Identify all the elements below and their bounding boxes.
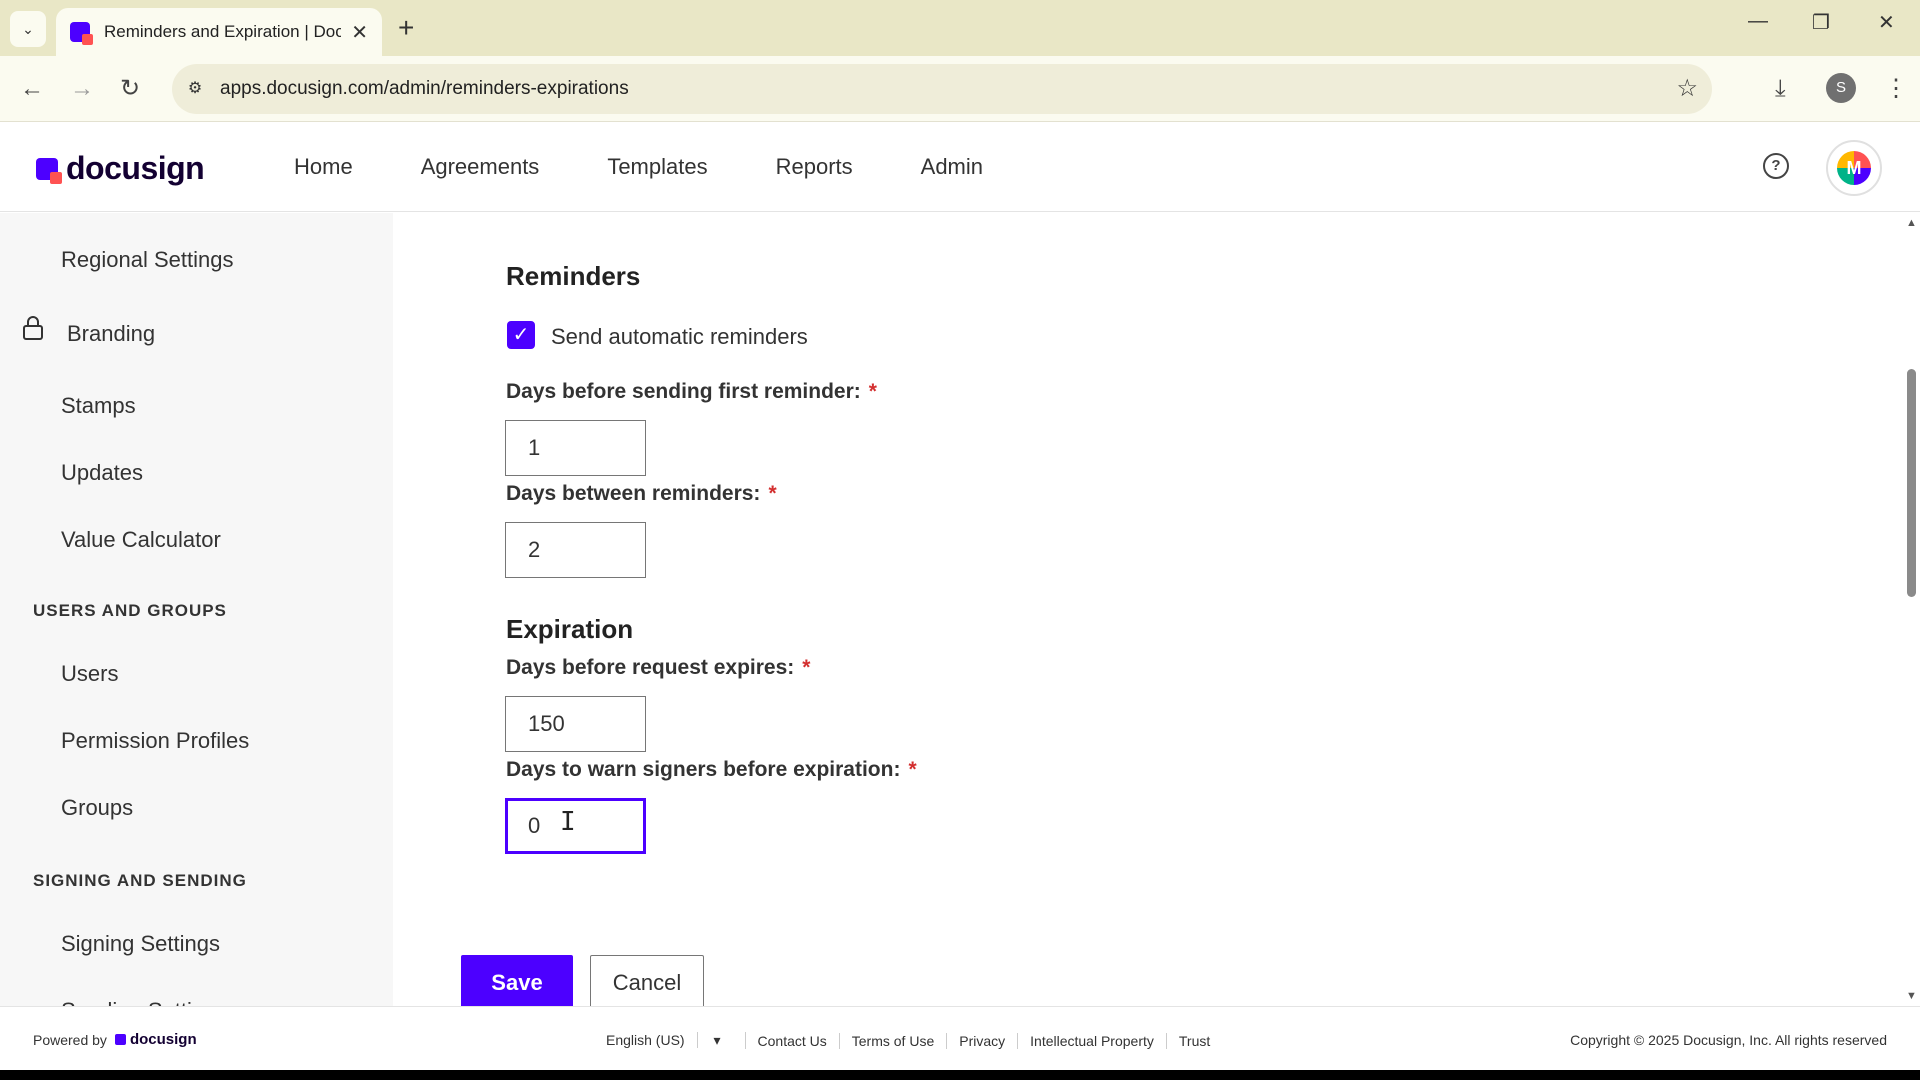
- bookmark-star-icon[interactable]: ☆: [1676, 74, 1698, 103]
- copyright-text: Copyright © 2025 Docusign, Inc. All righ…: [1570, 1032, 1887, 1048]
- content-scrollbar[interactable]: ▲ ▼: [1903, 213, 1920, 1006]
- scroll-up-icon[interactable]: ▲: [1906, 217, 1917, 229]
- address-bar[interactable]: ⚙ apps.docusign.com/admin/reminders-expi…: [172, 64, 1712, 114]
- main-content: Reminders ✓ Send automatic reminders Day…: [393, 213, 1903, 1006]
- language-label: English (US): [594, 1032, 698, 1048]
- back-icon[interactable]: ←: [20, 74, 44, 104]
- request-expires-input[interactable]: 150: [505, 696, 646, 752]
- nav-templates[interactable]: Templates: [607, 154, 707, 180]
- warn-signers-label-text: Days to warn signers before expiration:: [506, 758, 901, 781]
- browser-tab[interactable]: Reminders and Expiration | Doc ✕: [56, 8, 382, 56]
- screen-bottom-edge: [0, 1070, 1920, 1080]
- send-automatic-reminders-checkbox[interactable]: ✓: [507, 321, 535, 349]
- browser-menu-icon[interactable]: ⋮: [1884, 74, 1908, 104]
- sidebar-item-sending-settings[interactable]: Sending Settings: [61, 998, 227, 1006]
- sidebar-header-users-groups: USERS AND GROUPS: [33, 601, 227, 620]
- window-close-icon[interactable]: ✕: [1878, 10, 1895, 35]
- logo-text: docusign: [66, 150, 205, 186]
- forward-icon[interactable]: →: [70, 74, 94, 104]
- request-expires-label: Days before request expires: *: [506, 656, 810, 680]
- between-reminders-label: Days between reminders: *: [506, 482, 777, 506]
- first-reminder-input[interactable]: 1: [505, 420, 646, 476]
- site-info-icon[interactable]: ⚙: [182, 76, 208, 102]
- docusign-logo-icon: [36, 157, 62, 184]
- browser-tab-bar: ⌄ Reminders and Expiration | Doc ✕ + — ❐…: [0, 0, 1920, 56]
- between-reminders-input[interactable]: 2: [505, 522, 646, 578]
- nav-reports[interactable]: Reports: [776, 154, 853, 180]
- nav-agreements[interactable]: Agreements: [421, 154, 540, 180]
- avatar-initial: M: [1837, 151, 1871, 185]
- app-header: docusign Home Agreements Templates Repor…: [0, 122, 1920, 212]
- required-mark: *: [908, 758, 917, 781]
- reminders-heading: Reminders: [506, 261, 641, 291]
- scrollbar-thumb[interactable]: [1907, 369, 1916, 597]
- required-mark: *: [868, 380, 877, 403]
- footer-link-terms[interactable]: Terms of Use: [840, 1032, 948, 1049]
- required-mark: *: [802, 656, 811, 679]
- reload-icon[interactable]: ↻: [120, 74, 140, 104]
- tab-title: Reminders and Expiration | Doc: [104, 22, 342, 41]
- download-icon[interactable]: ⤓: [1775, 74, 1786, 104]
- lock-icon: [23, 316, 43, 340]
- minimize-icon[interactable]: —: [1748, 10, 1768, 33]
- chevron-down-icon: ▾: [713, 1032, 721, 1048]
- first-reminder-label-text: Days before sending first reminder:: [506, 380, 861, 403]
- sidebar-item-updates[interactable]: Updates: [61, 460, 143, 486]
- sidebar-item-signing-settings[interactable]: Signing Settings: [61, 931, 220, 957]
- save-button[interactable]: Save: [461, 955, 573, 1006]
- close-tab-icon[interactable]: ✕: [351, 20, 368, 45]
- footer-links: English (US) ▾ Contact Us Terms of Use P…: [582, 1032, 1222, 1049]
- tab-search-button[interactable]: ⌄: [10, 11, 46, 47]
- sidebar-item-value-calculator[interactable]: Value Calculator: [61, 527, 221, 553]
- cancel-button[interactable]: Cancel: [590, 955, 704, 1006]
- footer-link-ip[interactable]: Intellectual Property: [1018, 1032, 1167, 1049]
- sidebar-item-stamps[interactable]: Stamps: [61, 393, 136, 419]
- url-text: apps.docusign.com/admin/reminders-expira…: [220, 78, 629, 99]
- sidebar-item-permission-profiles[interactable]: Permission Profiles: [61, 728, 249, 754]
- powered-by: Powered by docusign: [33, 1031, 197, 1048]
- sidebar-header-signing-sending: SIGNING AND SENDING: [33, 871, 247, 890]
- language-selector[interactable]: English (US) ▾: [582, 1032, 746, 1049]
- powered-by-text: Powered by: [33, 1031, 107, 1048]
- sidebar-item-users[interactable]: Users: [61, 661, 118, 687]
- page-footer: Powered by docusign English (US) ▾ Conta…: [0, 1006, 1920, 1070]
- footer-link-privacy[interactable]: Privacy: [947, 1032, 1019, 1049]
- browser-profile-avatar[interactable]: S: [1826, 73, 1856, 103]
- send-automatic-reminders-label[interactable]: Send automatic reminders: [551, 324, 808, 350]
- docusign-small-logo-icon: [114, 1034, 126, 1045]
- sidebar-item-branding[interactable]: Branding: [67, 321, 155, 347]
- sidebar-item-groups[interactable]: Groups: [61, 795, 133, 821]
- first-reminder-label: Days before sending first reminder: *: [506, 380, 877, 404]
- nav-admin[interactable]: Admin: [921, 154, 983, 180]
- powered-by-logo: docusign: [129, 1031, 197, 1048]
- help-icon[interactable]: ?: [1763, 153, 1789, 179]
- footer-link-trust[interactable]: Trust: [1167, 1033, 1222, 1049]
- between-reminders-label-text: Days between reminders:: [506, 482, 761, 505]
- footer-link-contact-us[interactable]: Contact Us: [746, 1032, 840, 1049]
- restore-icon[interactable]: ❐: [1812, 10, 1830, 35]
- docusign-logo[interactable]: docusign: [36, 150, 205, 187]
- scroll-down-icon[interactable]: ▼: [1906, 990, 1917, 1002]
- required-mark: *: [768, 482, 777, 505]
- browser-toolbar: ← → ↻ ⚙ apps.docusign.com/admin/reminder…: [0, 56, 1920, 122]
- nav-home[interactable]: Home: [294, 154, 353, 180]
- text-cursor-icon: I: [560, 807, 576, 837]
- request-expires-label-text: Days before request expires:: [506, 656, 795, 679]
- new-tab-button[interactable]: +: [398, 12, 414, 44]
- warn-signers-label: Days to warn signers before expiration: *: [506, 758, 917, 782]
- expiration-heading: Expiration: [506, 614, 634, 644]
- admin-sidebar: Regional Settings Branding Stamps Update…: [0, 213, 393, 1006]
- docusign-favicon-icon: [70, 22, 93, 45]
- sidebar-item-regional-settings[interactable]: Regional Settings: [61, 247, 233, 273]
- user-avatar[interactable]: M: [1826, 140, 1882, 196]
- main-nav: Home Agreements Templates Reports Admin: [294, 154, 1051, 180]
